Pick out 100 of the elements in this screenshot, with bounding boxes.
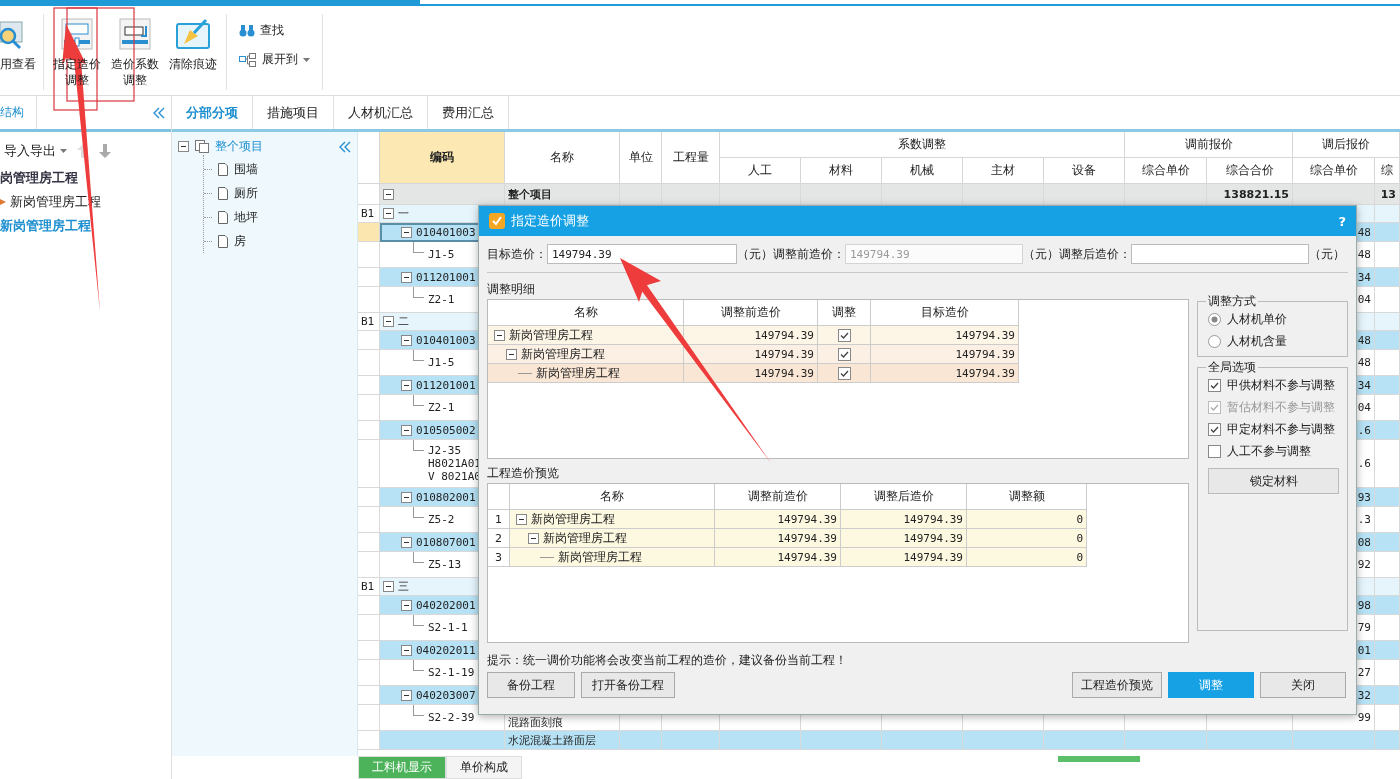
dialog-title: 指定造价调整	[511, 212, 589, 230]
unit-label: （元）	[1309, 245, 1345, 263]
collapse-panel-icon[interactable]	[153, 106, 165, 119]
collapse-icon[interactable]	[383, 208, 394, 219]
toolbar-button[interactable]: 用查看	[0, 14, 39, 76]
table-cell-text: J1-5	[428, 247, 455, 263]
table-cell: .6	[1357, 457, 1371, 470]
table-cell-text: S2-2-39	[428, 710, 475, 726]
table-cell: 新岗管理房工程	[558, 548, 642, 566]
checkbox[interactable]	[837, 366, 851, 380]
tree-item[interactable]: 新岗管理房工程	[0, 217, 91, 235]
view-tab[interactable]: 分部分项	[172, 96, 253, 129]
table-cell: 149794.39	[754, 328, 814, 342]
toolbar-button[interactable]: 清除痕迹	[164, 14, 222, 76]
field-label: 目标造价：	[487, 245, 547, 263]
option-label: 甲定材料不参与调整	[1227, 420, 1335, 438]
dialog-button[interactable]: 工程造价预览	[1072, 672, 1162, 698]
view-tab[interactable]: 人材机汇总	[334, 96, 428, 129]
tree-item[interactable]: 整个项目	[215, 138, 263, 155]
group-title: 调整方式	[1206, 293, 1258, 310]
checkbox[interactable]	[837, 347, 851, 361]
table-cell-text: Z5-2	[428, 512, 455, 528]
collapse-icon[interactable]	[401, 271, 412, 283]
row-number: 1	[495, 512, 502, 526]
collapse-icon[interactable]	[401, 379, 412, 391]
tree-item[interactable]: 岗管理房工程	[0, 169, 78, 187]
toolbar-button[interactable]: 查找	[239, 22, 310, 39]
column-header: 编码	[380, 132, 505, 184]
table-cell: 92	[1357, 558, 1371, 571]
table-row[interactable]: 水泥混凝土路面层	[358, 731, 1400, 750]
column-header: 调整前造价	[684, 300, 818, 326]
collapse-icon[interactable]	[401, 689, 412, 701]
row-header-cell	[358, 705, 380, 731]
table-row[interactable]: 整个项目 138821.15 13	[358, 184, 1400, 205]
collapse-icon[interactable]	[506, 348, 517, 360]
import-export-menu[interactable]: 导入导出	[4, 142, 67, 160]
lock-materials-button[interactable]: 锁定材料	[1208, 468, 1339, 494]
table-cell: 010807001	[416, 535, 476, 549]
tree-item[interactable]: 厕所	[234, 184, 258, 202]
table-cell-text: S2-1-19	[428, 665, 475, 681]
column-group-header: 系数调整	[720, 132, 1125, 158]
view-tab[interactable]: 措施项目	[253, 96, 334, 129]
table-cell: 32	[1357, 688, 1371, 702]
expand-arrow-icon[interactable]	[0, 199, 6, 205]
table-cell: 93	[1357, 490, 1371, 504]
view-tab[interactable]: 费用汇总	[428, 96, 509, 129]
table-cell: 149794.39	[903, 531, 963, 545]
table-cell: 新岗管理房工程	[521, 345, 605, 363]
collapse-icon[interactable]	[494, 329, 505, 341]
checkbox[interactable]	[1208, 378, 1221, 392]
tree-item[interactable]: 地坪	[234, 208, 258, 226]
column-group-header: 调前报价	[1125, 132, 1293, 158]
checkbox[interactable]	[837, 328, 851, 342]
collapse-icon[interactable]	[401, 644, 412, 656]
dialog-button[interactable]: 备份工程	[487, 672, 575, 698]
table-cell: 34	[1357, 270, 1371, 284]
dialog-button[interactable]: 打开备份工程	[581, 672, 675, 698]
input-field[interactable]	[1131, 244, 1309, 264]
table-cell: 一	[398, 206, 409, 221]
collapse-icon[interactable]	[528, 532, 539, 544]
collapse-icon[interactable]	[383, 581, 394, 592]
radio-button[interactable]	[1208, 312, 1221, 326]
field-label: 调整后造价：	[1059, 245, 1131, 263]
collapse-icon[interactable]	[516, 513, 527, 525]
tree-item[interactable]: 围墙	[234, 160, 258, 178]
unit-label: （元）	[737, 245, 773, 263]
table-cell-text: J1-5	[428, 355, 455, 371]
option-label: 人材机单价	[1227, 310, 1287, 328]
panel-tab[interactable]: 结构	[0, 96, 37, 129]
collapse-icon[interactable]	[383, 316, 394, 327]
collapse-panel-icon[interactable]	[339, 140, 351, 153]
toolbar-button[interactable]: 造价系数 调整	[106, 14, 164, 92]
field-label: 调整前造价：	[773, 245, 845, 263]
collapse-icon[interactable]	[401, 226, 412, 238]
radio-button[interactable]	[1208, 334, 1221, 348]
collapse-icon[interactable]	[383, 188, 394, 200]
table-cell: 010505002	[416, 423, 476, 437]
table-cell: 08	[1357, 535, 1371, 549]
page-icon	[218, 234, 228, 248]
collapse-icon[interactable]	[178, 141, 189, 152]
dropdown-caret-icon	[60, 149, 67, 153]
group-title: 全局选项	[1206, 359, 1258, 376]
bottom-tab[interactable]: 单价构成	[446, 756, 522, 779]
splitter-handle[interactable]	[1058, 756, 1140, 762]
collapse-icon[interactable]	[401, 491, 412, 503]
toolbar-button[interactable]: 展开到	[239, 51, 310, 68]
collapse-icon[interactable]	[401, 334, 412, 346]
table-search-icon	[0, 18, 26, 50]
table-cell: 新岗管理房工程	[543, 529, 627, 547]
checkbox[interactable]	[1208, 444, 1221, 458]
input-field[interactable]: 149794.39	[547, 244, 737, 264]
tree-item[interactable]: 房	[234, 232, 246, 250]
checkbox[interactable]	[1208, 422, 1221, 436]
table-cell: 新岗管理房工程	[531, 510, 615, 528]
collapse-icon[interactable]	[401, 424, 412, 436]
row-number: 3	[495, 550, 502, 564]
collapse-icon[interactable]	[401, 536, 412, 548]
table-cell: 149794.39	[955, 347, 1015, 361]
collapse-icon[interactable]	[401, 599, 412, 611]
dialog-button[interactable]: 关闭	[1260, 672, 1346, 698]
